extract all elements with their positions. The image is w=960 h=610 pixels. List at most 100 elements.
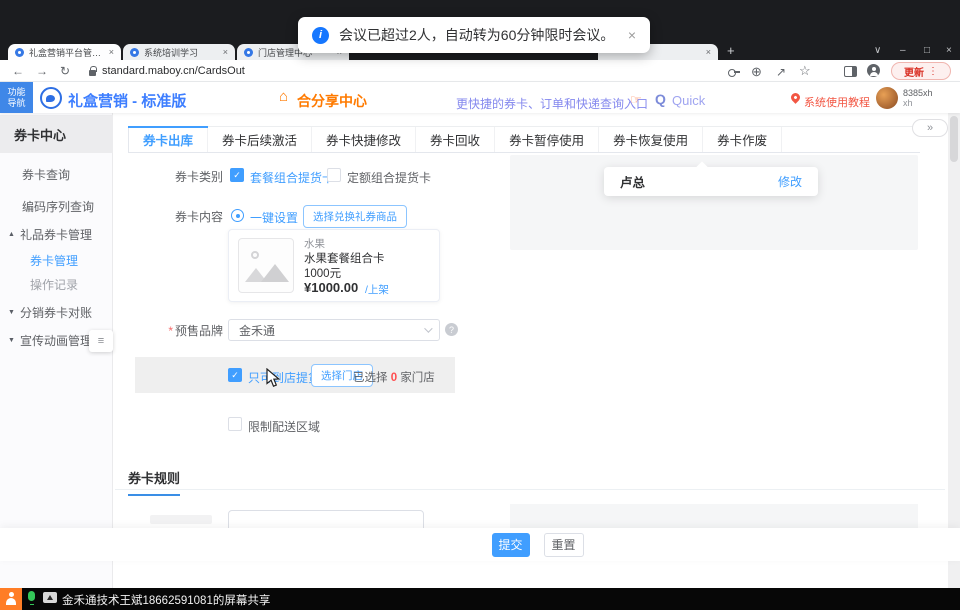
checkbox-limit-delivery-area[interactable] (228, 417, 242, 431)
lower-gray-panel (510, 504, 918, 528)
sidebar-item-card-management[interactable]: 券卡管理 (0, 248, 113, 272)
collapse-panel-button[interactable]: » (912, 119, 948, 137)
mouse-cursor (266, 368, 280, 388)
more-vert-icon: ⋮ (928, 66, 938, 77)
radio-one-key-setting[interactable] (231, 209, 244, 222)
user-name: 8385xh (903, 88, 933, 98)
tab-card-recycle[interactable]: 券卡回收 (416, 127, 495, 152)
window-close-button[interactable]: × (946, 45, 952, 56)
tab-card-activate[interactable]: 券卡后续激活 (208, 127, 312, 152)
checkbox-fixed-amount-card[interactable] (327, 168, 341, 182)
tab-card-quick-edit[interactable]: 券卡快捷修改 (312, 127, 416, 152)
browser-tab-2[interactable]: 系统培训学习 × (123, 44, 235, 60)
tab-favicon (15, 48, 24, 57)
window-restore-button[interactable]: □ (924, 45, 930, 56)
lock-icon (89, 70, 96, 76)
caret-down-icon: ▼ (8, 309, 15, 316)
card-content-label: 券卡内容 (115, 208, 223, 225)
product-spec: 1000元 (304, 265, 341, 281)
participant-icon-box (0, 588, 22, 610)
window-menu-icon[interactable]: ∨ (874, 45, 881, 56)
quick-search-icon[interactable]: Q (655, 91, 666, 107)
checkbox-package-card[interactable]: ✓ (230, 168, 244, 182)
user-subname: xh (903, 98, 913, 108)
nav-line2: 导航 (7, 98, 25, 109)
screen: 礼盒营销平台管理中心 × 系统培训学习 × 门店管理中心 × × + ∨ – □… (0, 0, 960, 610)
window-minimize-button[interactable]: – (900, 45, 906, 56)
product-price: ¥1000.00 (304, 280, 358, 295)
toast-close-icon[interactable]: × (628, 27, 636, 43)
image-placeholder-icon (251, 251, 259, 259)
side-panel-icon[interactable] (844, 66, 857, 77)
check-icon: ✓ (231, 370, 239, 381)
back-icon[interactable]: ← (12, 64, 24, 78)
browser-update-button[interactable]: 更新 ⋮ (891, 62, 951, 80)
tab-close-icon[interactable]: × (109, 47, 114, 57)
contact-name: 卢总 (620, 172, 645, 191)
share-center-link[interactable]: 合分享中心 (297, 91, 367, 111)
bookmark-star-icon[interactable]: ☆ (799, 63, 811, 79)
tab-title: 礼盒营销平台管理中心 (29, 46, 104, 59)
new-tab-button[interactable]: + (727, 43, 735, 58)
scrollbar-track[interactable] (948, 113, 960, 588)
zoom-icon[interactable]: ⊕ (751, 64, 762, 80)
browser-tab-1[interactable]: 礼盒营销平台管理中心 × (8, 44, 121, 60)
sidebar-group-gift-card-mgmt[interactable]: ▲ 礼品券卡管理 (0, 222, 113, 246)
selected-store-count-text: 已选择 0 家门店 (353, 369, 435, 385)
product-name: 水果套餐组合卡 (304, 250, 385, 266)
user-avatar[interactable] (876, 87, 898, 109)
password-key-icon[interactable] (728, 68, 740, 76)
required-mark: * (168, 324, 173, 338)
meeting-toast: i 会议已超过2人，自动转为60分钟限时会议。 × (298, 17, 650, 53)
tutorial-link[interactable]: 系统使用教程 (804, 94, 870, 110)
sidebar-group-distribution-reconcile[interactable]: ▼ 分销券卡对账 (0, 300, 113, 324)
check-icon: ✓ (233, 170, 241, 181)
limit-delivery-area-label[interactable]: 限制配送区域 (248, 418, 320, 435)
browser-profile-icon[interactable] (867, 64, 880, 77)
fixed-amount-option-label[interactable]: 定额组合提货卡 (347, 169, 431, 186)
reset-button[interactable]: 重置 (544, 533, 584, 557)
tab-card-void[interactable]: 券卡作废 (703, 127, 782, 152)
quick-entry-link[interactable]: 更快捷的券卡、订单和快递查询入口 (456, 95, 648, 112)
share-icon[interactable]: ↗ (776, 65, 786, 79)
product-category: 水果 (304, 236, 325, 251)
tab-title: 系统培训学习 (144, 46, 218, 59)
function-nav-button[interactable]: 功能 导航 (0, 82, 33, 113)
caret-up-icon: ▲ (8, 231, 15, 238)
tab-card-resume[interactable]: 券卡恢复使用 (599, 127, 703, 152)
modify-link[interactable]: 修改 (778, 173, 802, 190)
presale-brand-select[interactable]: 金禾通 (228, 319, 440, 341)
tab-close-icon[interactable]: × (223, 47, 228, 57)
sidebar-item-label: 宣传动画管理 (20, 332, 92, 349)
tab-card-pause[interactable]: 券卡暂停使用 (495, 127, 599, 152)
select-value: 金禾通 (239, 322, 275, 339)
share-center-icon: ⌂ (279, 88, 288, 105)
submit-button[interactable]: 提交 (492, 533, 530, 557)
tab-card-outbound[interactable]: 券卡出库 (128, 127, 208, 152)
toast-message: 会议已超过2人，自动转为60分钟限时会议。 (339, 25, 614, 45)
forward-icon[interactable]: → (36, 64, 48, 78)
sidebar-item-code-sequence-query[interactable]: 编码序列查询 (0, 194, 113, 218)
info-icon: i (312, 27, 329, 44)
quick-label[interactable]: Quick (672, 93, 705, 108)
help-icon[interactable]: ? (445, 323, 458, 336)
package-card-option-label[interactable]: 套餐组合提货卡 (250, 169, 334, 186)
tab-close-icon[interactable]: × (706, 47, 711, 57)
url-text[interactable]: standard.maboy.cn/CardsOut (102, 65, 245, 77)
sidebar-drag-handle[interactable]: ≡ (89, 330, 113, 352)
contact-popover: 卢总 修改 (604, 167, 818, 196)
pointer-hand-icon: ☞ (630, 92, 642, 108)
refresh-icon[interactable]: ↻ (60, 64, 70, 78)
sidebar-item-card-query[interactable]: 券卡查询 (0, 162, 113, 186)
scrollbar-thumb[interactable] (950, 116, 958, 162)
sidebar-item-operation-log[interactable]: 操作记录 (0, 272, 113, 296)
select-goods-button[interactable]: 选择兑换礼券商品 (303, 205, 407, 228)
product-status-link[interactable]: /上架 (365, 282, 389, 297)
tab-favicon (244, 48, 253, 57)
content-tab-bar: 券卡出库 券卡后续激活 券卡快捷修改 券卡回收 券卡暂停使用 券卡恢复使用 券卡… (128, 126, 920, 153)
one-key-setting-label[interactable]: 一键设置 (250, 209, 298, 226)
product-image-placeholder (238, 238, 294, 293)
store-pickup-label[interactable]: 只可到店提货 (248, 369, 320, 386)
checkbox-store-pickup-only[interactable]: ✓ (228, 368, 242, 382)
app-logo-icon (40, 87, 62, 109)
